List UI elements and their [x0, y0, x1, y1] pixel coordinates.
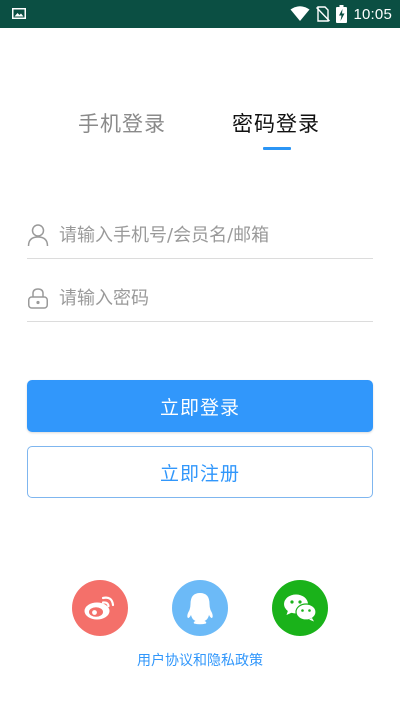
login-tabs: 手机登录 密码登录	[0, 108, 400, 158]
wechat-login-button[interactable]	[272, 580, 328, 636]
wechat-icon	[284, 594, 317, 622]
weibo-icon	[84, 596, 115, 620]
tab-password-login[interactable]: 密码登录	[232, 108, 320, 138]
tab-active-indicator	[263, 147, 291, 150]
lock-icon	[28, 288, 48, 309]
weibo-login-button[interactable]	[72, 580, 128, 636]
password-field	[27, 281, 373, 322]
status-icons: 10:05	[290, 4, 392, 24]
password-input[interactable]	[59, 281, 359, 315]
status-bar: 10:05	[0, 0, 400, 28]
qq-icon	[187, 593, 213, 625]
status-time: 10:05	[353, 5, 392, 23]
battery-charging-icon	[336, 5, 348, 23]
qq-login-button[interactable]	[172, 580, 228, 636]
login-button[interactable]: 立即登录	[27, 380, 373, 432]
gallery-icon	[12, 8, 26, 19]
tab-phone-login[interactable]: 手机登录	[78, 108, 166, 138]
user-agreement-link[interactable]: 用户协议和隐私政策	[0, 650, 400, 670]
user-icon	[27, 224, 49, 247]
wifi-icon	[290, 6, 310, 21]
account-input[interactable]	[59, 218, 359, 252]
register-button[interactable]: 立即注册	[27, 446, 373, 498]
no-sim-icon	[316, 6, 331, 22]
account-field	[27, 218, 373, 259]
